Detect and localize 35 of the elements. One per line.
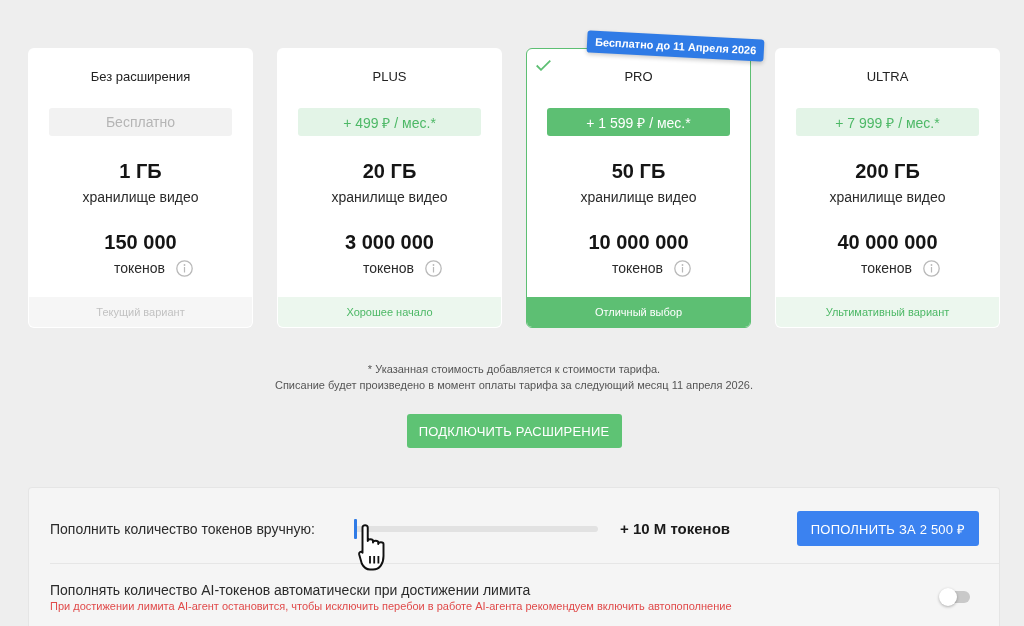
auto-topup-toggle[interactable] [939, 588, 971, 606]
plan-caption: Хорошее начало [278, 297, 501, 327]
check-icon [536, 60, 551, 71]
plan-name: ULTRA [866, 69, 909, 85]
price-tag: Бесплатно [49, 108, 232, 136]
price-tag: + 499 ₽ / мес.* [298, 108, 481, 136]
plan-name: PLUS [372, 69, 407, 85]
footnote-text: Списание будет произведено в момент оплаты тарифа за следующий месяц 11 апреля 2026. [274, 378, 753, 393]
info-icon[interactable] [425, 259, 443, 277]
storage-value: 200 ГБ [855, 159, 920, 183]
warning-text: При достижении лимита AI-агент остановится, чтобы исключить перебои в работе AI-агента рекомендуем включить автопополнение [50, 599, 732, 613]
plan-card[interactable]: PLUS + 499 ₽ / мес.* 20 ГБ хранилище видео 3 000 000 токенов Хорошее начало [277, 48, 502, 328]
slider-thumb[interactable] [354, 518, 357, 539]
storage-label: хранилище видео [331, 188, 448, 206]
tokens-label: токенов [113, 259, 166, 277]
auto-topup-label: Пополнять количество AI-токенов автоматически при достижении лимита [50, 581, 532, 599]
price-tag: + 7 999 ₽ / мес.* [796, 108, 979, 136]
tokens-label: токенов [860, 259, 913, 277]
plan-name: Без расширения [90, 69, 191, 85]
plan-caption: Ультимативный вариант [776, 297, 999, 327]
manual-topup-label: Пополнить количество токенов вручную: [50, 519, 316, 538]
footnote-text: * Указанная стоимость добавляется к стоимости тарифа. [367, 362, 661, 377]
topup-button[interactable]: ПОПОЛНИТЬ ЗА 2 500 ₽ [797, 511, 979, 546]
tokens-value: 3 000 000 [345, 230, 434, 254]
tokens-value: 40 000 000 [837, 230, 938, 254]
tokens-label: токенов [362, 259, 415, 277]
storage-value: 20 ГБ [362, 159, 417, 183]
storage-label: хранилище видео [829, 188, 946, 206]
plan-card[interactable]: ULTRA + 7 999 ₽ / мес.* 200 ГБ хранилище видео 40 000 000 токенов Ультимативный вариант [775, 48, 1000, 328]
info-icon[interactable] [923, 259, 941, 277]
storage-label: хранилище видео [82, 188, 199, 206]
info-icon[interactable] [176, 259, 194, 277]
storage-value: 1 ГБ [119, 159, 162, 183]
token-amount: + 10 M токенов [620, 520, 732, 537]
tokens-value: 150 000 [104, 230, 177, 254]
